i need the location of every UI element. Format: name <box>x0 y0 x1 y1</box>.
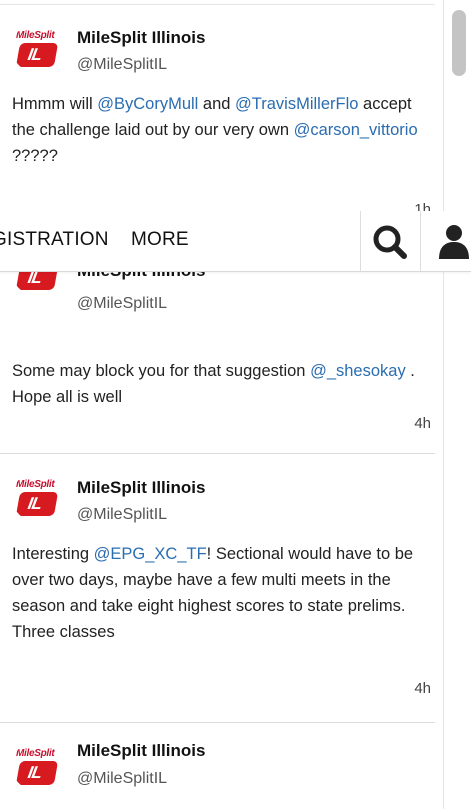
avatar[interactable]: MileSplit IL <box>12 472 62 522</box>
tweet-text: Some may block you for that suggestion @… <box>12 362 415 406</box>
author-name[interactable]: MileSplit Illinois <box>77 28 205 48</box>
mention-link[interactable]: @ByCoryMull <box>97 95 198 113</box>
author-handle[interactable]: @MileSplitIL <box>77 506 167 524</box>
nav-divider <box>420 211 421 271</box>
tweet-card: MileSplit IL MileSplit Illinois @MileSpl… <box>0 5 435 218</box>
mention-link[interactable]: @EPG_XC_TF <box>94 545 207 563</box>
tweet-text: Interesting @EPG_XC_TF! Sectional would … <box>12 545 414 641</box>
avatar[interactable]: MileSplit IL <box>12 23 62 73</box>
author-handle[interactable]: @MileSplitIL <box>77 770 167 788</box>
logo-badge: IL <box>15 43 59 67</box>
author-name[interactable]: MileSplit Illinois <box>77 478 205 498</box>
user-icon[interactable] <box>437 223 471 261</box>
site-nav-bar: GISTRATION MORE <box>0 211 471 272</box>
logo-text: MileSplit <box>16 30 55 41</box>
logo-badge: IL <box>15 492 59 516</box>
search-icon[interactable] <box>371 223 409 261</box>
author-name[interactable]: MileSplit Illinois <box>77 741 205 761</box>
logo-text: MileSplit <box>16 479 55 490</box>
nav-more[interactable]: MORE <box>131 229 189 251</box>
nav-divider <box>360 211 361 271</box>
nav-registration[interactable]: GISTRATION <box>0 229 109 251</box>
tweet-time[interactable]: 4h <box>414 415 431 432</box>
mention-link[interactable]: @carson_vittorio <box>294 121 418 139</box>
avatar[interactable]: MileSplit IL <box>12 741 62 791</box>
logo-text: MileSplit <box>16 748 55 759</box>
tweet-text: Hmmm will @ByCoryMull and @TravisMillerF… <box>12 95 418 165</box>
mention-link[interactable]: @_shesokay <box>310 362 406 380</box>
tweet-time[interactable]: 4h <box>414 680 431 697</box>
tweet-card: MileSplit IL MileSplit Illinois @MileSpl… <box>0 723 435 809</box>
author-handle[interactable]: @MileSplitIL <box>77 56 167 74</box>
author-handle[interactable]: @MileSplitIL <box>77 295 167 313</box>
tweet-card: MileSplit IL MileSplit Illinois @MileSpl… <box>0 454 435 723</box>
scrollbar-thumb[interactable] <box>452 10 466 76</box>
logo-badge: IL <box>15 761 59 785</box>
scrollbar-track[interactable] <box>443 0 471 809</box>
mention-link[interactable]: @TravisMillerFlo <box>235 95 358 113</box>
tweet-feed: MileSplit IL MileSplit Illinois @MileSpl… <box>0 0 443 809</box>
